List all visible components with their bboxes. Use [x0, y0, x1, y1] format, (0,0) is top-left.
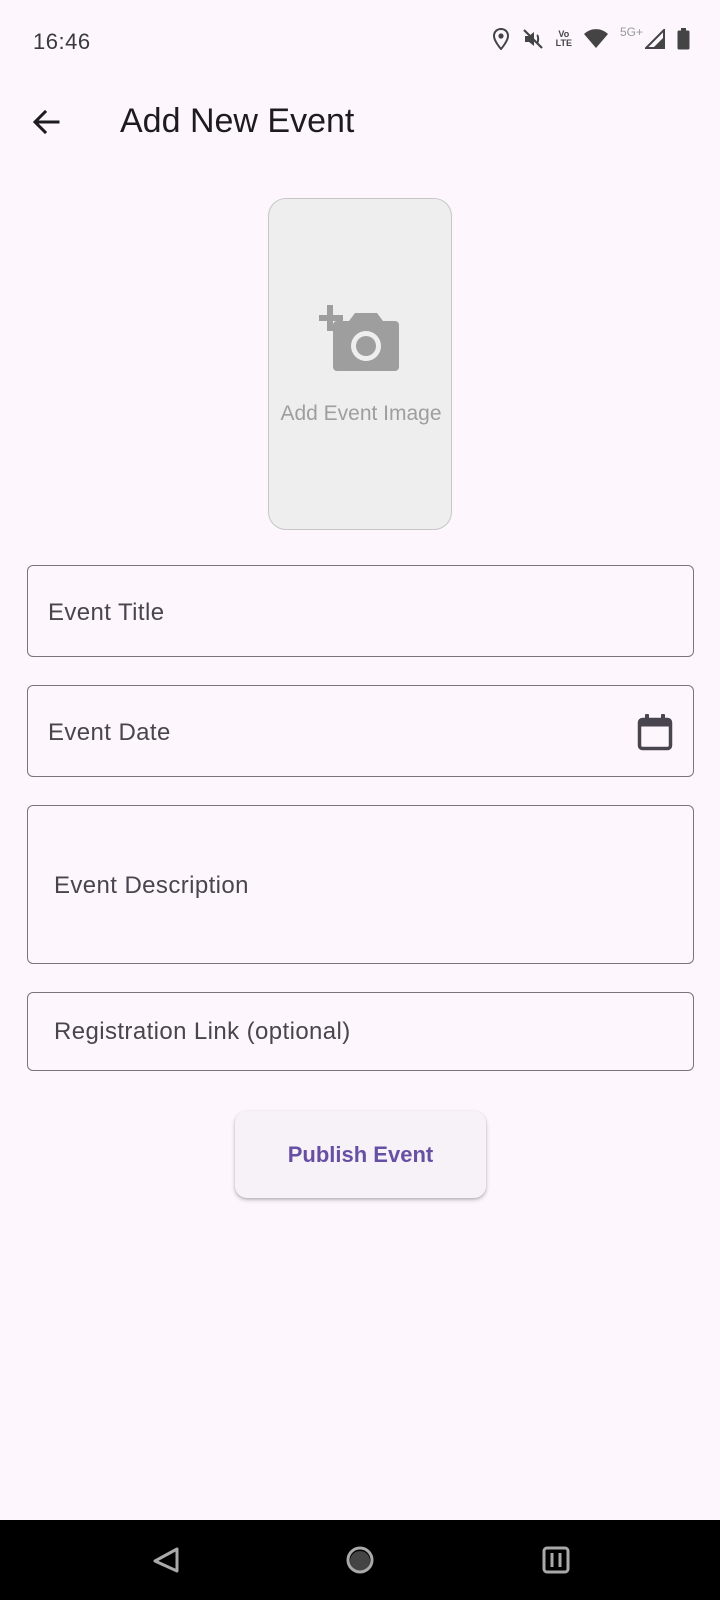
- add-event-image-label: Add Event Image: [280, 402, 442, 425]
- status-icons: Vo LTE 5G+: [492, 25, 690, 50]
- signal-icon: [645, 29, 665, 49]
- location-icon: [492, 28, 510, 50]
- back-nav-button[interactable]: [146, 1542, 186, 1582]
- home-nav-icon: [345, 1545, 375, 1580]
- event-date-input[interactable]: [48, 718, 608, 748]
- back-button[interactable]: [20, 98, 72, 150]
- home-nav-button[interactable]: [340, 1542, 380, 1582]
- event-title-field[interactable]: [27, 565, 694, 657]
- page-title: Add New Event: [120, 102, 355, 140]
- recents-nav-icon: [542, 1545, 570, 1580]
- system-nav-bar: [0, 1520, 720, 1600]
- app-bar: Add New Event: [0, 84, 720, 164]
- registration-link-field[interactable]: [27, 992, 694, 1071]
- calendar-icon[interactable]: [637, 713, 673, 756]
- status-time: 16:46: [33, 29, 91, 54]
- event-description-input[interactable]: [54, 871, 654, 901]
- volte-bottom: LTE: [555, 38, 572, 48]
- registration-link-input[interactable]: [54, 1017, 674, 1047]
- wifi-icon: [583, 29, 608, 49]
- event-title-input[interactable]: [48, 598, 648, 628]
- publish-event-button[interactable]: Publish Event: [235, 1111, 486, 1198]
- add-camera-icon: [319, 303, 403, 384]
- add-event-image-button[interactable]: Add Event Image: [268, 198, 452, 530]
- status-bar: 16:46 Vo LTE 5G+: [0, 0, 720, 84]
- event-description-field[interactable]: [27, 805, 694, 964]
- recents-nav-button[interactable]: [536, 1542, 576, 1582]
- arrow-back-icon: [31, 107, 61, 142]
- volte-icon: Vo LTE: [556, 30, 572, 48]
- battery-icon: [677, 28, 690, 50]
- event-date-field[interactable]: [27, 685, 694, 777]
- 5g-icon: 5G+: [619, 25, 643, 39]
- mute-icon: [522, 28, 544, 50]
- back-nav-icon: [151, 1545, 181, 1580]
